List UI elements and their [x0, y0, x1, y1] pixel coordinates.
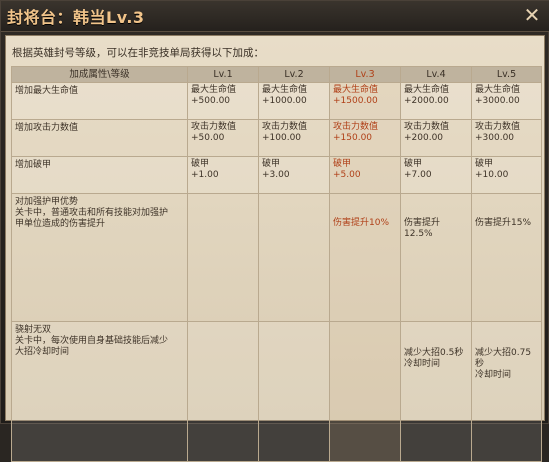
value-cell: 破甲 +1.00 [187, 156, 259, 194]
value-cell: 最大生命值 +500.00 [187, 82, 259, 120]
header-lv2: Lv.2 [258, 66, 330, 83]
value-cell: 最大生命值 +1000.00 [258, 82, 330, 120]
table-row: 骁射无双 关卡中，每次使用自身基础技能后减少 大招冷却时间 减少大招0.5秒 冷… [11, 321, 542, 462]
table-row: 增加攻击力数值 攻击力数值 +50.00 攻击力数值 +100.00 攻击力数值… [11, 119, 542, 157]
table-row: 对加强护甲优势 关卡中，普通攻击和所有技能对加强护 甲单位造成的伤害提升 伤害提… [11, 193, 542, 322]
value-cell-current [329, 321, 401, 462]
value-cell: 减少大招0.5秒 冷却时间 [400, 321, 472, 462]
value-cell: 最大生命值 +3000.00 [471, 82, 542, 120]
attribute-cell: 增加最大生命值 [11, 82, 188, 120]
value-cell: 破甲 +10.00 [471, 156, 542, 194]
header-lv4: Lv.4 [400, 66, 472, 83]
value-cell-current: 伤害提升10% [329, 193, 401, 322]
value-cell: 攻击力数值 +200.00 [400, 119, 472, 157]
value-cell [187, 321, 259, 462]
value-cell [187, 193, 259, 322]
attribute-cell: 增加破甲 [11, 156, 188, 194]
value-cell: 攻击力数值 +300.00 [471, 119, 542, 157]
value-cell: 最大生命值 +2000.00 [400, 82, 472, 120]
value-cell-current: 攻击力数值 +150.00 [329, 119, 401, 157]
title-bar: 封将台：韩当Lv.3 ✕ [1, 1, 549, 32]
header-attribute: 加成属性\等级 [11, 66, 188, 83]
table-row: 增加最大生命值 最大生命值 +500.00 最大生命值 +1000.00 最大生… [11, 82, 542, 120]
value-cell [258, 321, 330, 462]
content-panel: 根据英雄封号等级，可以在非竞技单局获得以下加成： 加成属性\等级 Lv.1 Lv… [5, 35, 545, 462]
value-cell: 攻击力数值 +50.00 [187, 119, 259, 157]
value-cell: 破甲 +3.00 [258, 156, 330, 194]
dialog-window: 封将台：韩当Lv.3 ✕ 根据英雄封号等级，可以在非竞技单局获得以下加成： 加成… [0, 0, 549, 462]
attribute-cell: 增加攻击力数值 [11, 119, 188, 157]
value-cell: 攻击力数值 +100.00 [258, 119, 330, 157]
value-cell: 减少大招0.75秒 冷却时间 [471, 321, 542, 462]
value-cell: 破甲 +7.00 [400, 156, 472, 194]
table-row: 增加破甲 破甲 +1.00 破甲 +3.00 破甲 +5.00 破甲 +7.00… [11, 156, 542, 194]
dialog-title: 封将台：韩当Lv.3 [7, 8, 145, 27]
value-cell: 伤害提升15% [471, 193, 542, 322]
value-cell: 伤害提升12.5% [400, 193, 472, 322]
attribute-cell: 对加强护甲优势 关卡中，普通攻击和所有技能对加强护 甲单位造成的伤害提升 [11, 193, 188, 322]
value-cell [258, 193, 330, 322]
header-lv3: Lv.3 [329, 66, 401, 83]
header-lv1: Lv.1 [187, 66, 259, 83]
value-cell-current: 最大生命值 +1500.00 [329, 82, 401, 120]
header-lv5: Lv.5 [471, 66, 542, 83]
value-cell-current: 破甲 +5.00 [329, 156, 401, 194]
close-icon[interactable]: ✕ [520, 3, 544, 27]
attribute-cell: 骁射无双 关卡中，每次使用自身基础技能后减少 大招冷却时间 [11, 321, 188, 462]
table-header-row: 加成属性\等级 Lv.1 Lv.2 Lv.3 Lv.4 Lv.5 [11, 66, 542, 83]
bonus-table: 加成属性\等级 Lv.1 Lv.2 Lv.3 Lv.4 Lv.5 增加最大生命值… [11, 66, 542, 462]
intro-text: 根据英雄封号等级，可以在非竞技单局获得以下加成： [12, 47, 264, 59]
